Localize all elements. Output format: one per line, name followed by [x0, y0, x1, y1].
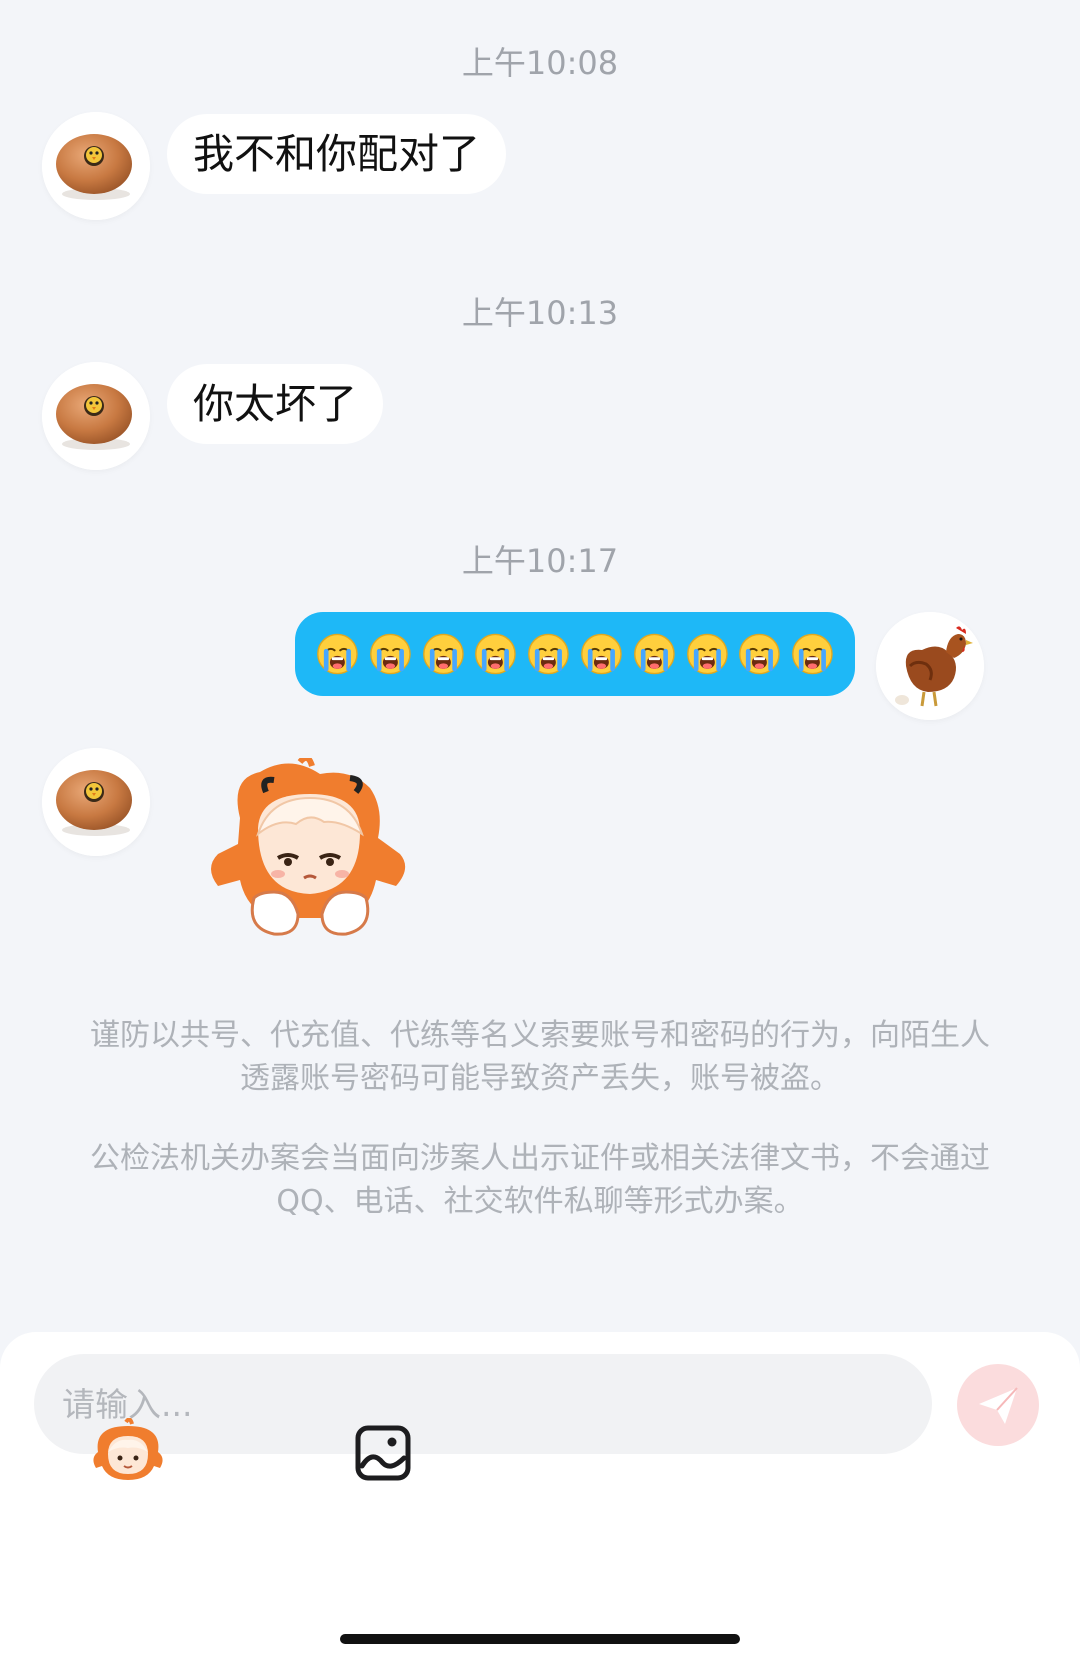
paper-plane-icon [979, 1387, 1018, 1424]
image-icon [355, 1425, 411, 1481]
sticker-button[interactable] [88, 1417, 168, 1484]
sticker-avatar-icon [93, 1417, 163, 1480]
chick-in-egg-icon [42, 362, 150, 470]
home-indicator [340, 1634, 740, 1644]
timestamp: 上午10:17 [461, 542, 619, 580]
chick-in-egg-icon [42, 112, 150, 220]
outgoing-message-bubble[interactable] [295, 612, 855, 696]
image-button[interactable] [354, 1424, 412, 1482]
message-input[interactable] [34, 1354, 932, 1454]
message-composer [0, 1332, 1080, 1657]
loudly-crying-face-icon [473, 630, 518, 678]
egg-avatar[interactable] [42, 362, 150, 470]
legal-notice: 公检法机关办案会当面向涉案人出示证件或相关法律文书，不会通过QQ、电话、社交软件… [90, 1141, 990, 1219]
loudly-crying-face-icon [790, 630, 835, 678]
chat-screen: 上午10:08 我不和你配对了 上午10:13 你太坏了 上午10:17 谨防以… [0, 0, 1080, 1657]
sticker-message[interactable] [200, 754, 420, 938]
security-notice: 谨防以共号、代充值、代练等名义索要账号和密码的行为，向陌生人透露账号密码可能导致… [90, 1018, 990, 1096]
egg-avatar[interactable] [42, 112, 150, 220]
incoming-message-bubble[interactable]: 你太坏了 [167, 364, 383, 444]
loudly-crying-face-icon [421, 630, 466, 678]
loudly-crying-face-icon [579, 630, 624, 678]
timestamp: 上午10:08 [461, 44, 619, 82]
loudly-crying-face-icon [737, 630, 782, 678]
hen-icon [876, 612, 984, 720]
chick-in-egg-icon [42, 748, 150, 856]
loudly-crying-face-icon [368, 630, 413, 678]
incoming-message-bubble[interactable]: 我不和你配对了 [167, 114, 506, 194]
loudly-crying-face-icon [526, 630, 571, 678]
loudly-crying-face-icon [632, 630, 677, 678]
loudly-crying-face-icon [685, 630, 730, 678]
hen-avatar[interactable] [876, 612, 984, 720]
orange-hair-girl-sticker-icon [211, 754, 406, 936]
egg-avatar[interactable] [42, 748, 150, 856]
loudly-crying-face-icon [315, 630, 360, 678]
timestamp: 上午10:13 [461, 294, 619, 332]
send-button[interactable] [957, 1364, 1039, 1446]
